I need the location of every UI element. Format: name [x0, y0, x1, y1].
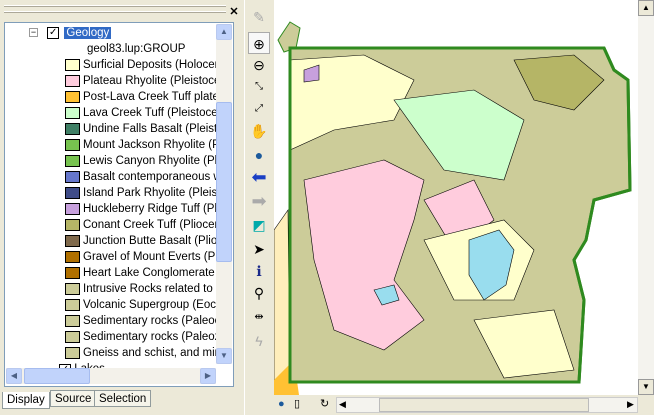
legend-label: Sedimentary rocks (Paleozoi	[83, 331, 230, 343]
legend-swatch	[65, 251, 80, 263]
layer-name[interactable]: Geology	[64, 27, 112, 39]
geology-map	[273, 21, 632, 396]
legend-label: Gneiss and schist, and minor	[83, 347, 232, 359]
legend-swatch	[65, 91, 80, 103]
legend-swatch	[65, 107, 80, 119]
layer-geology[interactable]: − ✓ Geology	[29, 25, 112, 41]
legend-swatch	[65, 203, 80, 215]
legend-swatch	[65, 299, 80, 311]
legend-swatch	[65, 139, 80, 151]
legend-label: Junction Butte Basalt (Plioce	[83, 235, 230, 247]
legend-label: Volcanic Supergroup (Eocen	[83, 299, 229, 311]
map-horizontal-scrollbar[interactable]: ◀ ▶	[336, 397, 638, 413]
identify-icon[interactable]: ℹ	[248, 260, 270, 282]
pin-icon[interactable]: ✎	[248, 6, 270, 28]
legend-label: Basalt contemporaneous wit	[83, 171, 228, 183]
legend-swatch	[65, 315, 80, 327]
map-vertical-scrollbar[interactable]: ▲ ▼	[638, 0, 654, 395]
scroll-right-button[interactable]: ▶	[200, 368, 216, 384]
legend-swatch	[65, 171, 80, 183]
scroll-up-button[interactable]: ▲	[216, 24, 232, 40]
zoom-out-icon[interactable]: ⊖	[248, 54, 270, 76]
table-of-contents: − ✓ Geology geol83.lup:GROUP Surficial D…	[4, 22, 234, 387]
scroll-left-button[interactable]: ◀	[6, 368, 22, 384]
legend-swatch	[65, 283, 80, 295]
tools-toolbar: ✎ ⊕ ⊖ ⤡ ⤢ ✋ ● ⬅ ➡ ◩ ➤ ℹ ⚲ ⇹ ϟ	[244, 0, 274, 415]
legend-label: Lava Creek Tuff (Pleistocene	[83, 107, 231, 119]
legend-label: Mount Jackson Rhyolite (Ple	[83, 139, 229, 151]
toc-vertical-scrollbar[interactable]: ▲ ▼	[216, 24, 232, 364]
data-view-icon[interactable]: ●	[278, 398, 285, 410]
legend-swatch	[65, 187, 80, 199]
legend-swatch	[65, 59, 80, 71]
grip[interactable]	[4, 11, 226, 13]
scroll-thumb[interactable]	[216, 102, 232, 262]
group-label: geol83.lup:GROUP	[87, 43, 186, 55]
legend-swatch	[65, 347, 80, 359]
pan-icon[interactable]: ✋	[248, 120, 270, 142]
legend-label: Plateau Rhyolite (Pleistocen	[83, 75, 227, 87]
back-icon[interactable]: ⬅	[248, 166, 270, 188]
legend-label: Heart Lake Conglomerate (F	[83, 267, 229, 279]
legend-swatch	[65, 267, 80, 279]
full-extent-icon[interactable]: ●	[248, 144, 270, 166]
tab-selection[interactable]: Selection	[94, 390, 152, 407]
scroll-down-button[interactable]: ▼	[638, 379, 654, 395]
map-statusbar: ● ▯ ↻ ◀ ▶	[274, 395, 654, 415]
collapse-icon[interactable]: −	[29, 28, 38, 38]
legend-label: Huckleberry Ridge Tuff (Plio	[83, 203, 226, 215]
legend-label: Surficial Deposits (Holocene	[83, 59, 228, 71]
toc-titlebar[interactable]: ✕	[0, 0, 244, 22]
legend-label: Undine Falls Basalt (Pleistoc	[83, 123, 230, 135]
refresh-icon[interactable]: ↻	[320, 397, 329, 410]
hyperlink-icon[interactable]: ϟ	[248, 330, 270, 352]
layout-view-icon[interactable]: ▯	[294, 397, 300, 410]
scroll-thumb[interactable]	[379, 398, 589, 412]
find-icon[interactable]: ⚲	[248, 282, 270, 304]
legend-swatch	[65, 219, 80, 231]
tab-source[interactable]: Source	[50, 390, 97, 407]
legend-label: Gravel of Mount Everts (Plio	[83, 251, 227, 263]
select-features-icon[interactable]: ◩	[248, 214, 270, 236]
legend-label: Island Park Rhyolite (Pleisto	[83, 187, 227, 199]
legend-label: Lewis Canyon Rhyolite (Pleis	[83, 155, 232, 167]
legend-swatch	[65, 331, 80, 343]
scroll-up-button[interactable]: ▲	[638, 0, 654, 16]
fixed-zoom-out-icon[interactable]: ⤢	[248, 98, 270, 120]
legend-swatch	[65, 155, 80, 167]
toc-horizontal-scrollbar[interactable]: ◀ ▶	[6, 368, 216, 384]
close-icon[interactable]: ✕	[228, 6, 240, 18]
scroll-right-button[interactable]: ▶	[627, 399, 634, 410]
tab-display[interactable]: Display	[2, 392, 50, 409]
scroll-left-button[interactable]: ◀	[339, 399, 346, 410]
legend-label: Intrusive Rocks related to th	[83, 283, 226, 295]
layer-checkbox[interactable]: ✓	[47, 26, 60, 39]
fixed-zoom-in-icon[interactable]: ⤡	[248, 76, 270, 98]
select-elements-icon[interactable]: ➤	[248, 238, 270, 260]
legend-label: Sedimentary rocks (Paleocer	[83, 315, 231, 327]
grip[interactable]	[4, 5, 226, 7]
scroll-down-button[interactable]: ▼	[216, 348, 232, 364]
legend-swatch	[65, 75, 80, 87]
scroll-thumb[interactable]	[24, 368, 90, 384]
legend-swatch	[65, 235, 80, 247]
legend-swatch	[65, 123, 80, 135]
measure-icon[interactable]: ⇹	[248, 306, 270, 328]
zoom-in-icon[interactable]: ⊕	[248, 32, 270, 54]
map-view[interactable]	[273, 0, 638, 396]
forward-icon[interactable]: ➡	[248, 190, 270, 212]
legend-label: Post-Lava Creek Tuff platea	[83, 91, 226, 103]
legend-label: Conant Creek Tuff (Pliocene	[83, 219, 228, 231]
